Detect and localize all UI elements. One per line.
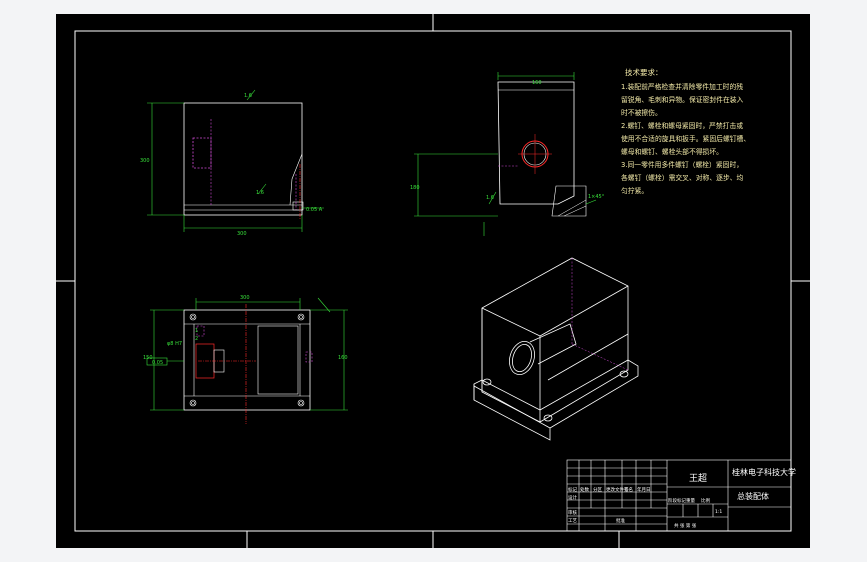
tech-req-line: 2.螺钉、螺栓和螺母紧固时，严禁打击或 <box>621 121 743 130</box>
sheet-count: 共 张 第 张 <box>674 522 697 529</box>
tech-req-line: 1.装配前严格检查并清除零件加工时的残 <box>621 82 743 91</box>
weight-label: 重量 <box>686 497 695 504</box>
front-surface-mark-2: 1.6 <box>256 190 264 196</box>
designer-name: 王超 <box>689 472 707 484</box>
scale-value: 1:1 <box>715 509 722 515</box>
row-process: 工艺 <box>568 518 577 524</box>
tech-req-line: 各螺钉（螺栓）需交叉、对称、逐步、均 <box>621 173 744 182</box>
front-surface-mark: 1.6 <box>244 93 252 99</box>
side-height-dim: 180 <box>410 185 420 191</box>
tech-req-line: 螺母和螺钉、螺栓头部不得损坏。 <box>621 147 723 156</box>
part-balloon-2: 2 <box>195 336 198 342</box>
flatness-note: 0.05 <box>152 360 163 366</box>
chamfer-note: 1×45° <box>588 194 605 200</box>
header-date: 年月日 <box>637 486 651 493</box>
front-width-dim: 300 <box>237 231 247 237</box>
stage-label: 阶段标记 <box>668 497 686 504</box>
school-name: 桂林电子科技大学 <box>732 467 796 477</box>
side-width-dim: 160 <box>532 80 542 86</box>
sheet-background <box>56 14 810 548</box>
top-depth-dim: 160 <box>338 355 348 361</box>
tech-req-title: 技术要求： <box>625 67 663 77</box>
front-height-dim: 300 <box>140 158 150 164</box>
side-surface-mark: 1.6 <box>486 195 494 201</box>
part-balloon-1: 1 <box>195 328 198 334</box>
header-sign: 签名 <box>624 486 633 493</box>
tech-req-line: 匀拧紧。 <box>621 186 648 195</box>
header-zone: 分区 <box>593 486 602 493</box>
drawing-name: 总装配体 <box>737 491 769 501</box>
tech-req-line: 3.同一零件用多件螺钉（螺栓）紧固时， <box>621 160 743 169</box>
tech-req-line: 留锐角、毛刺和异物。保证密封件在装入 <box>621 95 744 104</box>
scale-label: 比例 <box>701 497 710 504</box>
tech-req-line: 时不被擦伤。 <box>621 108 662 117</box>
tech-req-line: 使用不合适的旋具和扳手。紧固后螺钉槽、 <box>621 134 750 143</box>
header-mark: 标记 <box>568 486 577 493</box>
approve-label: 批准 <box>616 517 625 524</box>
header-count: 处数 <box>580 486 589 493</box>
drawing-canvas: 300 300 1.6 1.6 0.05 A 160 180 1.6 1×45° <box>56 14 810 548</box>
row-design: 设计 <box>568 494 577 501</box>
tolerance-frame: 0.05 A <box>306 207 323 213</box>
cad-drawing: 300 300 1.6 1.6 0.05 A 160 180 1.6 1×45° <box>56 14 810 548</box>
fit-note: φ8 H7 <box>167 341 182 347</box>
row-review: 审核 <box>568 509 577 516</box>
top-width-dim: 300 <box>240 295 250 301</box>
